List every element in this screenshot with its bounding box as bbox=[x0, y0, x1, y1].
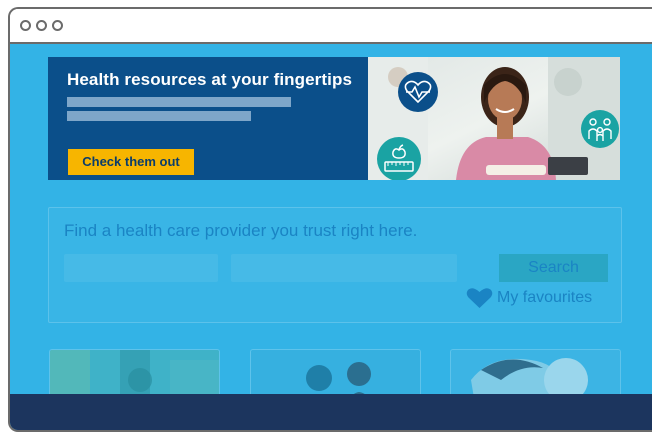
browser-window: Health resources at your fingertips Chec… bbox=[8, 7, 652, 432]
window-minimize-control[interactable] bbox=[36, 20, 47, 31]
family-icon bbox=[581, 110, 619, 148]
apple-scale-icon bbox=[377, 137, 421, 180]
footer-bar bbox=[10, 394, 652, 430]
location-field[interactable] bbox=[231, 254, 457, 282]
window-maximize-control[interactable] bbox=[52, 20, 63, 31]
heart-monitor-icon bbox=[398, 72, 438, 112]
my-favourites-label: My favourites bbox=[497, 289, 593, 306]
banner-placeholder-line bbox=[67, 111, 251, 121]
heart-icon bbox=[466, 288, 493, 308]
my-favourites-link[interactable]: My favourites bbox=[466, 287, 592, 309]
window-titlebar bbox=[10, 9, 652, 44]
provider-name-field[interactable] bbox=[64, 254, 218, 282]
search-button[interactable]: Search bbox=[499, 254, 608, 282]
provider-search-panel: Find a health care provider you trust ri… bbox=[48, 207, 622, 323]
check-them-out-button[interactable]: Check them out bbox=[68, 149, 194, 175]
banner-placeholder-line bbox=[67, 97, 291, 107]
banner-title: Health resources at your fingertips bbox=[67, 70, 353, 89]
search-heading: Find a health care provider you trust ri… bbox=[64, 221, 418, 240]
window-close-control[interactable] bbox=[20, 20, 31, 31]
page-viewport: Health resources at your fingertips Chec… bbox=[10, 44, 652, 430]
promo-banner: Health resources at your fingertips Chec… bbox=[48, 57, 620, 180]
